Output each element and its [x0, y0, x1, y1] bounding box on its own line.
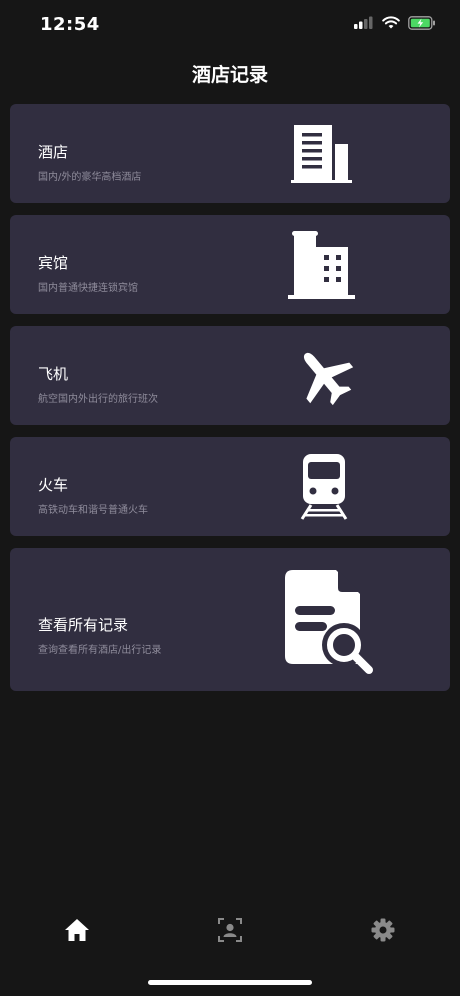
card-title: 宾馆 [38, 254, 69, 272]
card-guesthouse[interactable]: 宾馆 国内普通快捷连锁宾馆 [10, 215, 450, 314]
tab-bar [0, 900, 460, 960]
wifi-icon [382, 16, 400, 29]
card-airplane[interactable]: 飞机 航空国内外出行的旅行班次 [10, 326, 450, 425]
tab-contacts[interactable] [214, 914, 246, 946]
card-subtitle: 国内/外的豪华高档酒店 [38, 172, 142, 183]
card-title: 查看所有记录 [38, 616, 129, 634]
card-title: 酒店 [38, 143, 69, 161]
page-title: 酒店记录 [191, 64, 268, 86]
office-building-icon [291, 125, 352, 183]
card-subtitle: 查询查看所有酒店/出行记录 [38, 645, 162, 656]
card-subtitle: 国内普通快捷连锁宾馆 [38, 283, 138, 294]
train-icon [300, 454, 348, 520]
battery-charging-icon [408, 16, 435, 30]
card-subtitle: 航空国内外出行的旅行班次 [38, 394, 158, 405]
card-all-records[interactable]: 查看所有记录 查询查看所有酒店/出行记录 [10, 548, 450, 691]
status-time: 12:54 [40, 14, 100, 35]
tab-settings[interactable] [367, 914, 399, 946]
home-icon [65, 919, 89, 941]
document-search-icon [285, 570, 373, 674]
status-bar: 12:54 [0, 0, 460, 50]
card-subtitle: 高铁动车和谐号普通火车 [38, 505, 148, 516]
gear-icon [371, 918, 395, 942]
card-title: 火车 [38, 476, 69, 494]
tab-home[interactable] [61, 914, 93, 946]
card-hotel[interactable]: 酒店 国内/外的豪华高档酒店 [10, 104, 450, 203]
home-indicator [148, 980, 312, 985]
card-train[interactable]: 火车 高铁动车和谐号普通火车 [10, 437, 450, 536]
cellular-signal-icon [354, 16, 373, 29]
card-title: 飞机 [38, 365, 69, 383]
city-building-icon [288, 231, 355, 299]
airplane-icon [303, 352, 354, 406]
status-icons [354, 16, 436, 30]
contact-card-icon [218, 918, 242, 942]
